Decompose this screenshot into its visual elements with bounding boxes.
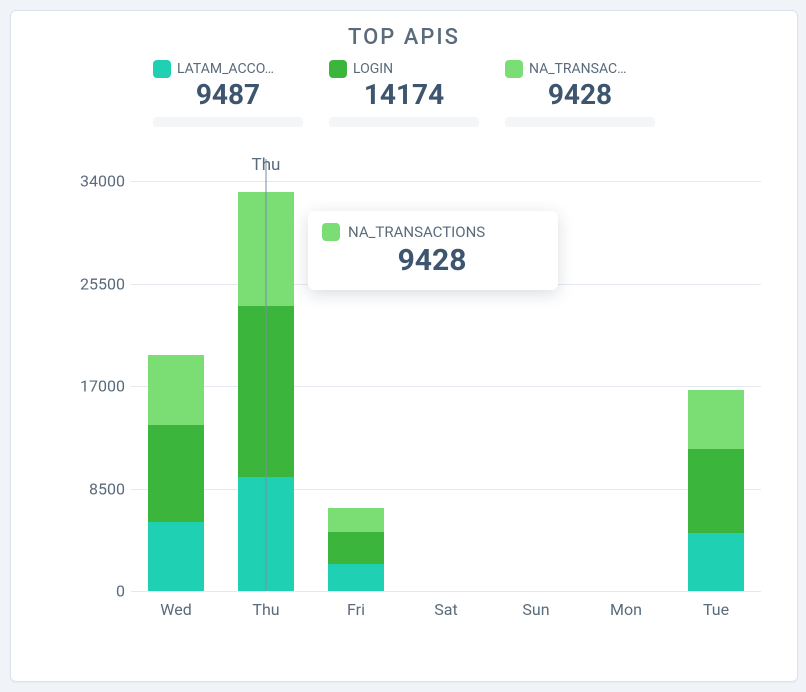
- bar-segment[interactable]: [328, 532, 384, 565]
- chart-area: 0 8500 17000 25500 34000 Wed Thu Fri Sat Sun Mon Tu…: [71, 171, 771, 631]
- legend-value: 9487: [153, 80, 303, 111]
- chart-plot[interactable]: 08500170002550034000WedThuFriSatSunMonTu…: [131, 181, 761, 591]
- legend-label: NA_TRANSAC…: [529, 61, 627, 77]
- bar-segment[interactable]: [148, 355, 204, 425]
- y-axis-tick: 34000: [71, 172, 125, 191]
- legend-item-login[interactable]: LOGIN 14174: [329, 60, 479, 127]
- swatch-icon: [322, 223, 340, 241]
- legend-underline: [153, 117, 303, 127]
- highlight-line: [266, 159, 267, 591]
- legend-value: 14174: [329, 80, 479, 111]
- bar-segment[interactable]: [688, 390, 744, 449]
- top-apis-card: TOP APIS LATAM_ACCO… 9487 LOGIN 14174 NA…: [10, 10, 798, 682]
- y-axis-tick: 0: [71, 582, 125, 601]
- x-axis-tick: Wed: [160, 600, 191, 619]
- x-axis-tick: Mon: [610, 600, 642, 619]
- tooltip-series-label: NA_TRANSACTIONS: [348, 223, 485, 241]
- swatch-icon: [329, 60, 347, 78]
- swatch-icon: [153, 60, 171, 78]
- gridline: [131, 591, 761, 592]
- y-axis-tick: 25500: [71, 274, 125, 293]
- x-axis-tick: Fri: [347, 600, 365, 619]
- legend-row: LATAM_ACCO… 9487 LOGIN 14174 NA_TRANSAC……: [11, 60, 797, 127]
- legend-item-na-transactions[interactable]: NA_TRANSAC… 9428: [505, 60, 655, 127]
- x-axis-tick: Thu: [252, 600, 279, 619]
- x-axis-tick: Sat: [434, 600, 457, 619]
- bar-segment[interactable]: [148, 522, 204, 591]
- x-axis-tick: Sun: [522, 600, 549, 619]
- bar-group[interactable]: [688, 390, 744, 591]
- highlight-category-label: Thu: [252, 155, 281, 175]
- y-axis-tick: 8500: [71, 479, 125, 498]
- bar-segment[interactable]: [688, 533, 744, 591]
- bar-segment[interactable]: [328, 564, 384, 591]
- card-title: TOP APIS: [11, 25, 797, 50]
- legend-item-latam[interactable]: LATAM_ACCO… 9487: [153, 60, 303, 127]
- x-axis-tick: Tue: [703, 600, 729, 619]
- gridline: [131, 489, 761, 490]
- bar-group[interactable]: [328, 508, 384, 591]
- legend-value: 9428: [505, 80, 655, 111]
- tooltip-value: 9428: [322, 243, 542, 278]
- legend-label: LOGIN: [353, 61, 393, 77]
- bar-segment[interactable]: [148, 425, 204, 523]
- bar-segment[interactable]: [328, 508, 384, 532]
- bar-group[interactable]: [148, 355, 204, 591]
- gridline: [131, 386, 761, 387]
- chart-tooltip: NA_TRANSACTIONS 9428: [308, 211, 558, 290]
- swatch-icon: [505, 60, 523, 78]
- gridline: [131, 181, 761, 182]
- y-axis-tick: 17000: [71, 377, 125, 396]
- legend-underline: [505, 117, 655, 127]
- legend-label: LATAM_ACCO…: [177, 61, 274, 77]
- legend-underline: [329, 117, 479, 127]
- bar-segment[interactable]: [688, 449, 744, 533]
